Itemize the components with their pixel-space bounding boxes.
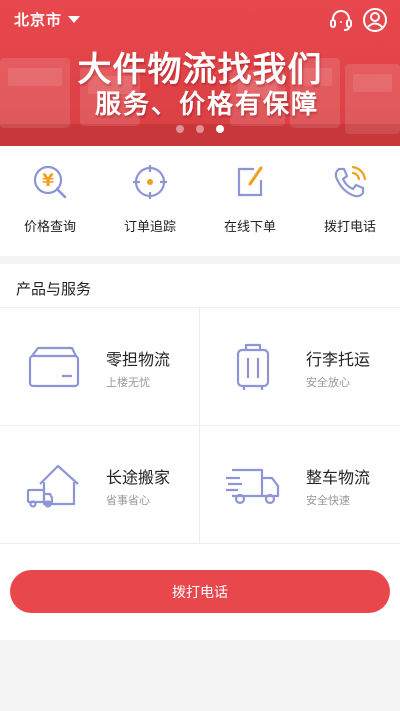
svg-text:¥: ¥ bbox=[42, 171, 54, 191]
product-subtitle: 安全放心 bbox=[306, 376, 350, 389]
product-subtitle: 安全快速 bbox=[306, 494, 350, 507]
product-card-luggage[interactable]: 行李托运 安全放心 bbox=[200, 308, 400, 426]
order-track-icon bbox=[130, 162, 170, 202]
phone-call-icon bbox=[330, 162, 370, 202]
service-headset-icon[interactable] bbox=[328, 7, 354, 33]
product-card-full-truck[interactable]: 整车物流 安全快速 bbox=[200, 426, 400, 544]
product-title: 长途搬家 bbox=[106, 468, 171, 487]
delivery-truck-icon bbox=[224, 460, 282, 510]
product-title: 行李托运 bbox=[306, 350, 371, 369]
quick-action-label: 价格查询 bbox=[23, 220, 76, 235]
carousel-indicator bbox=[0, 125, 400, 133]
quick-action-label: 订单追踪 bbox=[123, 220, 176, 235]
quick-action-order-track[interactable]: 订单追踪 bbox=[100, 146, 200, 256]
banner-subheadline: 服务、价格有保障 bbox=[94, 90, 319, 120]
promo-banner[interactable]: 北京市 大件物流找我们 服务、价格有保障 bbox=[0, 0, 400, 146]
quick-action-label: 拨打电话 bbox=[323, 220, 376, 235]
call-button[interactable]: 拨打电话 bbox=[10, 570, 390, 613]
quick-action-price-query[interactable]: ¥ 价格查询 bbox=[0, 146, 100, 256]
user-profile-icon[interactable] bbox=[362, 7, 388, 33]
product-title: 整车物流 bbox=[306, 468, 371, 487]
section-title: 产品与服务 bbox=[0, 264, 400, 308]
product-subtitle: 上楼无忧 bbox=[106, 376, 150, 389]
city-selector[interactable]: 北京市 bbox=[14, 9, 81, 30]
package-box-icon bbox=[24, 342, 82, 392]
luggage-icon bbox=[224, 342, 282, 392]
price-query-icon: ¥ bbox=[30, 162, 70, 202]
product-title: 零担物流 bbox=[106, 350, 171, 369]
product-card-ltl[interactable]: 零担物流 上楼无忧 bbox=[0, 308, 200, 426]
online-order-icon bbox=[230, 162, 270, 202]
product-card-moving[interactable]: 长途搬家 省事省心 bbox=[0, 426, 200, 544]
carousel-dot[interactable] bbox=[176, 125, 184, 133]
quick-action-online-order[interactable]: 在线下单 bbox=[200, 146, 300, 256]
product-subtitle: 省事省心 bbox=[106, 494, 150, 507]
quick-action-phone-call[interactable]: 拨打电话 bbox=[300, 146, 400, 256]
quick-action-label: 在线下单 bbox=[223, 220, 276, 235]
house-moving-icon bbox=[24, 460, 82, 510]
quick-actions: ¥ 价格查询 订单追踪 在线下单 拨打电话 bbox=[0, 146, 400, 256]
carousel-dot-active[interactable] bbox=[216, 125, 224, 133]
carousel-dot[interactable] bbox=[196, 125, 204, 133]
chevron-down-icon bbox=[68, 16, 81, 23]
city-label: 北京市 bbox=[14, 11, 63, 29]
